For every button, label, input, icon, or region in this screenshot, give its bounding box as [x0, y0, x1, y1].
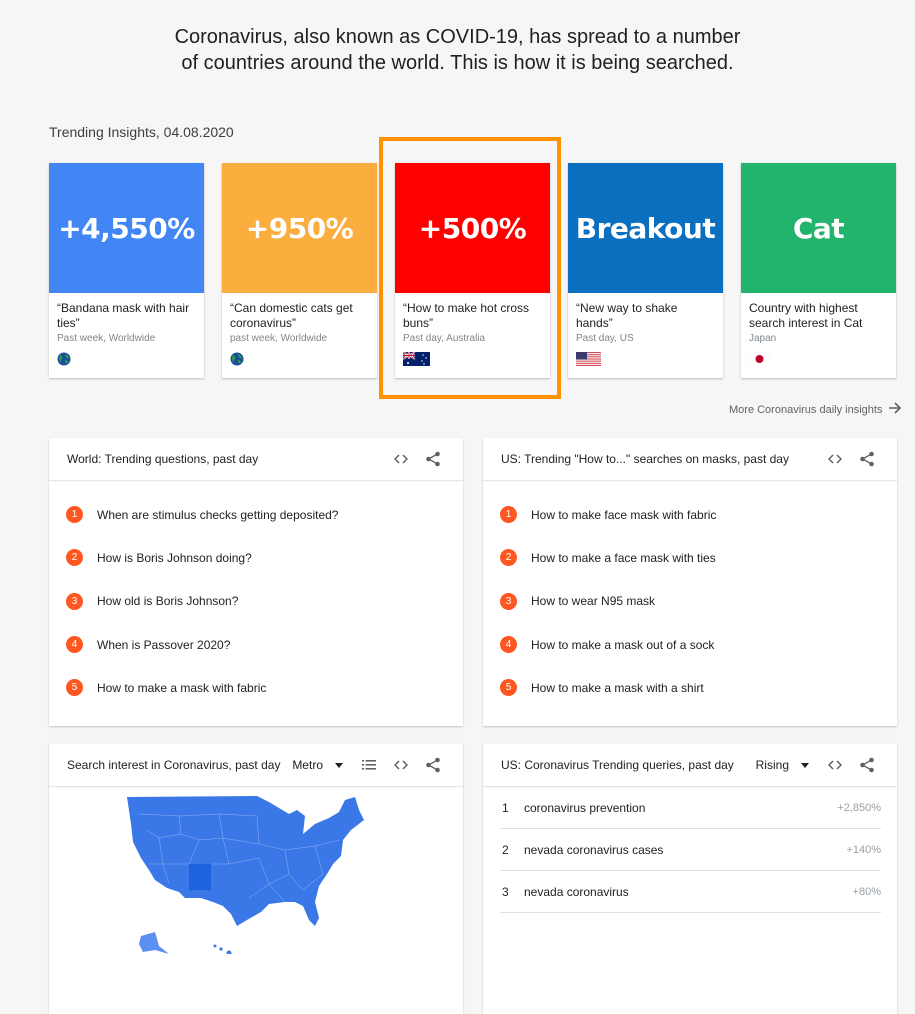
- query-value: +80%: [852, 885, 881, 898]
- rank-badge: 4: [66, 636, 83, 654]
- panel-title: World: Trending questions, past day: [67, 452, 259, 466]
- insight-subtitle: past week, Worldwide: [230, 333, 328, 344]
- rank-badge: 5: [500, 679, 517, 697]
- highlight-box: [379, 137, 561, 399]
- hawaii-shape: [213, 944, 232, 956]
- us-flag-icon: [576, 352, 715, 366]
- alaska-shape: [139, 932, 169, 954]
- interest-map-panel: Search interest in Coronavirus, past day…: [49, 744, 463, 1014]
- rank-badge: 4: [500, 636, 517, 654]
- share-icon[interactable]: [851, 449, 883, 469]
- list-item[interactable]: 1 When are stimulus checks getting deposi…: [66, 493, 463, 536]
- insight-card[interactable]: Cat Country with highest search interest…: [741, 163, 896, 378]
- list-item[interactable]: 3 How to wear N95 mask: [500, 580, 897, 623]
- question-text: How to make a face mask with ties: [531, 550, 716, 565]
- insight-title: “Can domestic cats get coronavirus”: [230, 301, 353, 330]
- rank-badge: 5: [66, 679, 83, 697]
- more-insights-label: More Coronavirus daily insights: [729, 403, 883, 416]
- more-insights-link[interactable]: More Coronavirus daily insights: [729, 402, 902, 417]
- question-text: How old is Boris Johnson?: [97, 594, 239, 609]
- list-item[interactable]: 5 How to make a mask with fabric: [66, 666, 463, 709]
- query-text: coronavirus prevention: [524, 800, 646, 815]
- rank-badge: 3: [500, 592, 517, 610]
- question-text: How to make a mask out of a sock: [531, 637, 715, 652]
- list-item[interactable]: 1 How to make face mask with fabric: [500, 493, 897, 536]
- embed-icon[interactable]: [385, 755, 417, 775]
- insight-value: Breakout: [568, 163, 723, 293]
- globe-icon: [57, 352, 196, 366]
- intro-line-1: Coronavirus, also known as COVID-19, has…: [174, 26, 741, 48]
- rank-badge: 1: [500, 506, 517, 524]
- new-mexico-region: [189, 864, 211, 890]
- list-view-icon[interactable]: [353, 755, 385, 775]
- rank-badge: 2: [500, 549, 517, 567]
- question-text: How to make a mask with a shirt: [531, 680, 704, 695]
- list-item[interactable]: 5 How to make a mask with a shirt: [500, 666, 897, 709]
- query-rank: 3: [502, 884, 509, 899]
- panel-title: Search interest in Coronavirus, past day: [67, 758, 281, 772]
- panel-title: US: Coronavirus Trending queries, past d…: [501, 758, 734, 772]
- query-text: nevada coronavirus cases: [524, 842, 664, 857]
- us-howto-panel: US: Trending "How to..." searches on mas…: [483, 438, 897, 726]
- dropdown-value: Metro: [292, 758, 323, 772]
- rank-badge: 2: [66, 549, 83, 567]
- embed-icon[interactable]: [819, 755, 851, 775]
- question-text: How is Boris Johnson doing?: [97, 550, 252, 565]
- question-text: How to make face mask with fabric: [531, 507, 717, 522]
- rank-badge: 1: [66, 506, 83, 524]
- query-rank: 1: [502, 800, 509, 815]
- query-value: +140%: [846, 843, 881, 856]
- query-value: +2,850%: [837, 801, 881, 814]
- trending-insights-label: Trending Insights, 04.08.2020: [49, 124, 234, 140]
- insight-value: +4,550%: [49, 163, 204, 293]
- insight-card[interactable]: +950% “Can domestic cats get coronavirus…: [222, 163, 377, 378]
- japan-flag-icon: [748, 351, 888, 367]
- intro-text: Coronavirus, also known as COVID-19, has…: [0, 24, 915, 76]
- dropdown-value: Rising: [755, 758, 789, 772]
- list-item[interactable]: 4 How to make a mask out of a sock: [500, 623, 897, 666]
- trending-queries-panel: US: Coronavirus Trending queries, past d…: [483, 744, 897, 1014]
- globe-icon: [230, 352, 369, 366]
- table-row[interactable]: 2 nevada coronavirus cases +140%: [500, 829, 881, 871]
- insight-value: +950%: [222, 163, 377, 293]
- embed-icon[interactable]: [819, 449, 851, 469]
- list-item[interactable]: 4 When is Passover 2020?: [66, 623, 463, 666]
- caret-down-icon: [335, 762, 343, 768]
- question-text: How to wear N95 mask: [531, 594, 656, 609]
- embed-icon[interactable]: [385, 449, 417, 469]
- list-item[interactable]: 2 How to make a face mask with ties: [500, 536, 897, 579]
- insight-subtitle: Japan: [749, 333, 777, 344]
- intro-line-2: of countries around the world. This is h…: [181, 52, 734, 74]
- insight-title: “New way to shake hands”: [576, 301, 678, 330]
- insight-title: Country with highest search interest in …: [749, 301, 863, 330]
- insight-title: “Bandana mask with hair ties”: [57, 301, 190, 330]
- insight-card[interactable]: +4,550% “Bandana mask with hair ties” Pa…: [49, 163, 204, 378]
- insight-subtitle: Past week, Worldwide: [57, 333, 156, 344]
- question-text: When is Passover 2020?: [97, 637, 231, 652]
- share-icon[interactable]: [417, 755, 449, 775]
- world-questions-panel: World: Trending questions, past day 1 Whe…: [49, 438, 463, 726]
- us-metro-map[interactable]: [119, 794, 389, 959]
- list-item[interactable]: 2 How is Boris Johnson doing?: [66, 536, 463, 579]
- rank-badge: 3: [66, 592, 83, 610]
- share-icon[interactable]: [851, 755, 883, 775]
- question-text: How to make a mask with fabric: [97, 680, 267, 695]
- insight-value: Cat: [741, 163, 896, 293]
- query-text: nevada coronavirus: [524, 884, 629, 899]
- table-row[interactable]: 1 coronavirus prevention +2,850%: [500, 787, 881, 829]
- caret-down-icon: [801, 762, 809, 768]
- sort-dropdown[interactable]: Rising: [756, 758, 809, 772]
- insight-card[interactable]: Breakout “New way to shake hands” Past d…: [568, 163, 723, 378]
- question-text: When are stimulus checks getting deposit…: [97, 507, 339, 522]
- table-row[interactable]: 3 nevada coronavirus +80%: [500, 871, 881, 913]
- arrow-right-icon: [888, 402, 902, 417]
- query-rank: 2: [502, 842, 509, 857]
- insight-subtitle: Past day, US: [576, 333, 634, 344]
- share-icon[interactable]: [417, 449, 449, 469]
- list-item[interactable]: 3 How old is Boris Johnson?: [66, 580, 463, 623]
- region-dropdown[interactable]: Metro: [292, 758, 343, 772]
- panel-title: US: Trending "How to..." searches on mas…: [501, 452, 789, 466]
